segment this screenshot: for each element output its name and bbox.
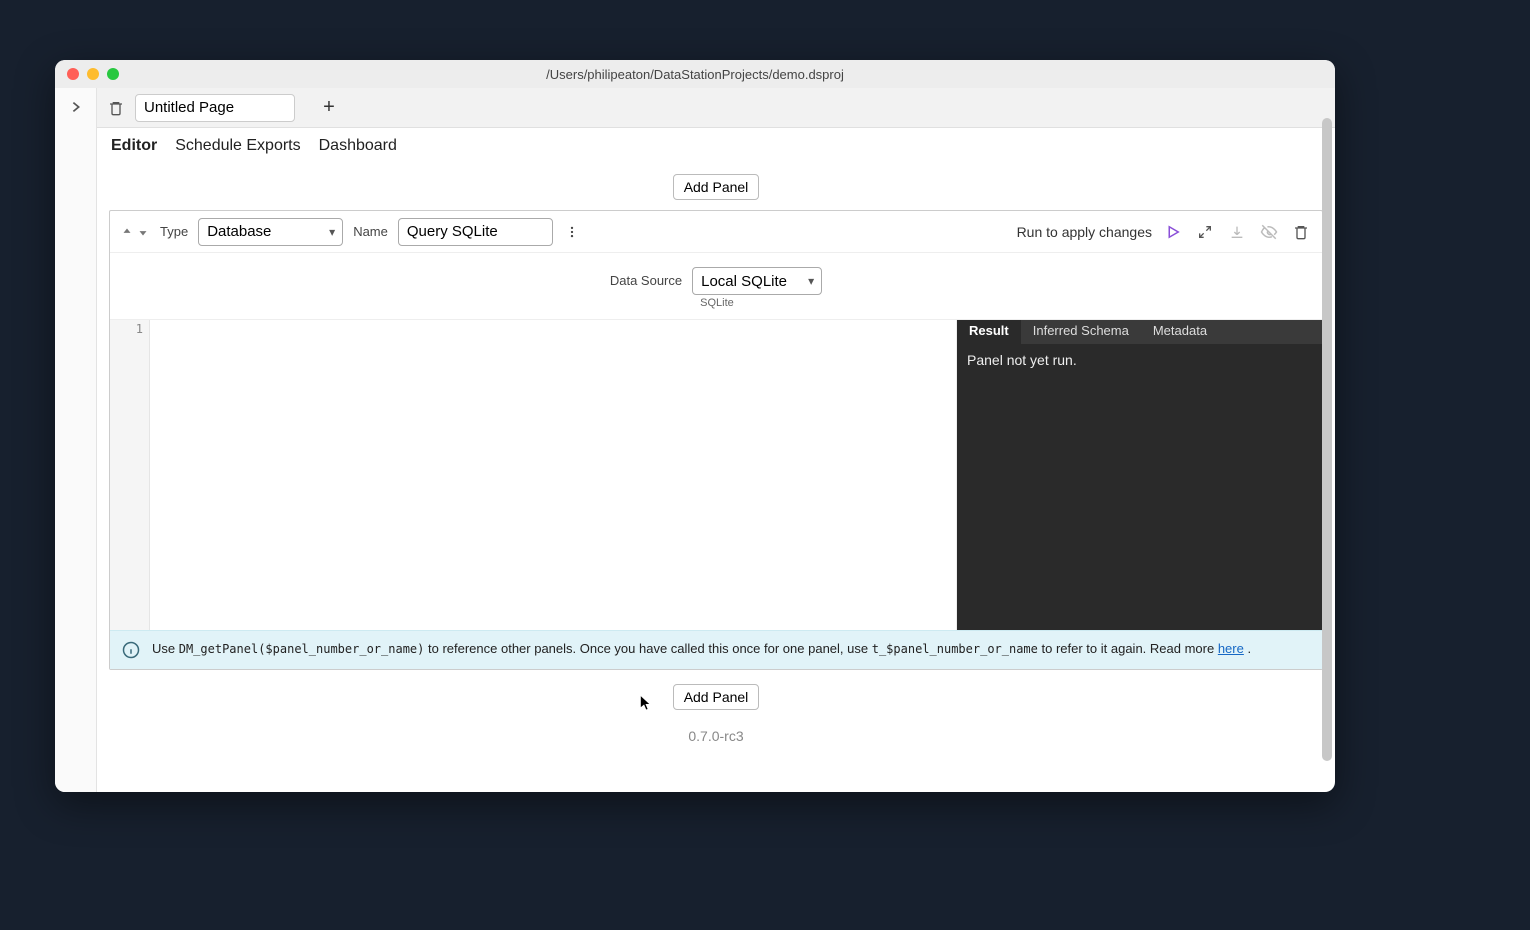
download-panel-icon[interactable] [1226,221,1248,243]
data-source-select[interactable]: Local SQLite [692,267,822,295]
section-nav: Editor Schedule Exports Dashboard [97,128,1335,164]
name-label: Name [353,224,388,239]
delete-panel-icon[interactable] [1290,221,1312,243]
nav-schedule-exports[interactable]: Schedule Exports [175,137,300,155]
nav-dashboard[interactable]: Dashboard [319,137,397,155]
info-here-link[interactable]: here [1218,641,1244,656]
panel-menu-icon[interactable] [563,218,581,246]
code-textarea[interactable] [150,320,957,630]
panel-body: 1 Result Inferred Schema Metadata Panel … [110,319,1322,630]
type-label: Type [160,224,188,239]
info-text: Use DM_getPanel($panel_number_or_name) t… [152,641,1251,656]
sidebar-rail [55,88,97,792]
result-tab-inferred-schema[interactable]: Inferred Schema [1021,320,1141,344]
panel-header: Type Database Name Run to apply ch [110,211,1322,253]
scrollbar-thumb[interactable] [1322,118,1332,761]
panel-config-row: Data Source Local SQLite SQLite [110,253,1322,319]
window-close-button[interactable] [67,68,79,80]
titlebar[interactable]: /Users/philipeaton/DataStationProjects/d… [55,60,1335,88]
add-panel-top-button[interactable]: Add Panel [673,174,760,200]
add-panel-bottom-button[interactable]: Add Panel [673,684,760,710]
scrollbar[interactable] [1322,118,1332,788]
hide-panel-icon[interactable] [1258,221,1280,243]
run-hint-text: Run to apply changes [1017,224,1152,240]
panel-name-input[interactable] [398,218,553,246]
line-number-gutter: 1 [110,320,150,630]
code-editor: 1 [110,320,957,630]
add-page-button[interactable]: + [315,88,343,128]
panel-reorder-controls [120,225,150,239]
nav-editor[interactable]: Editor [111,137,157,155]
info-icon [122,641,140,659]
app-window: /Users/philipeaton/DataStationProjects/d… [55,60,1335,792]
version-text: 0.7.0-rc3 [109,728,1323,744]
panel-type-select[interactable]: Database [198,218,343,246]
result-tabs: Result Inferred Schema Metadata [957,320,1322,344]
data-source-label: Data Source [610,267,682,288]
line-number: 1 [110,322,143,336]
data-source-sublabel: SQLite [700,297,822,309]
run-panel-icon[interactable] [1162,221,1184,243]
page-name-input[interactable] [135,94,295,122]
result-message: Panel not yet run. [957,344,1322,630]
result-tab-metadata[interactable]: Metadata [1141,320,1219,344]
traffic-lights [55,68,119,80]
sidebar-expand-icon[interactable] [69,100,83,792]
window-title: /Users/philipeaton/DataStationProjects/d… [55,67,1335,82]
window-minimize-button[interactable] [87,68,99,80]
panel: Type Database Name Run to apply ch [109,210,1323,670]
expand-panel-icon[interactable] [1194,221,1216,243]
content-area: Add Panel Type Database [97,164,1335,792]
delete-page-icon[interactable] [107,99,125,117]
result-tab-result[interactable]: Result [957,320,1021,344]
window-maximize-button[interactable] [107,68,119,80]
info-strip: Use DM_getPanel($panel_number_or_name) t… [110,630,1322,669]
result-pane: Result Inferred Schema Metadata Panel no… [957,320,1322,630]
move-panel-down-icon[interactable] [136,225,150,239]
move-panel-up-icon[interactable] [120,225,134,239]
page-tabs-row: + [97,88,1335,128]
